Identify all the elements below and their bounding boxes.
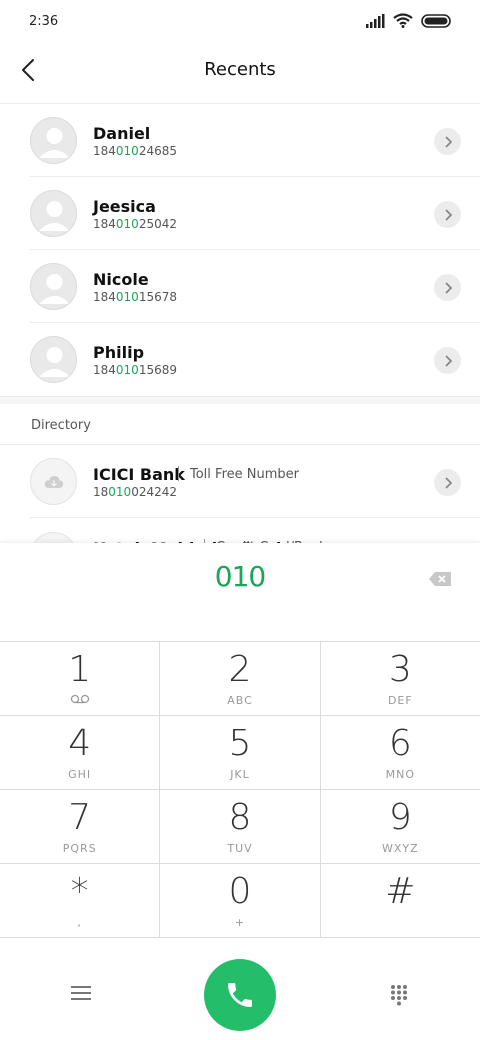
directory-details-button[interactable] (434, 469, 461, 496)
signal-icon (366, 13, 385, 28)
key-letters: TUV (227, 842, 253, 855)
person-avatar-icon (30, 117, 77, 164)
key-digit: # (385, 871, 416, 912)
key-5[interactable]: 5 JKL (160, 716, 321, 789)
key-1[interactable]: 1 (0, 642, 161, 715)
key-4[interactable]: 4 GHI (0, 716, 161, 789)
contact-details-button[interactable] (434, 201, 461, 228)
person-avatar-icon (30, 263, 77, 310)
wifi-icon (393, 13, 413, 28)
key-letters: + (234, 916, 246, 929)
dialer-bottom-bar (0, 951, 480, 1040)
contact-name: Daniel (93, 124, 151, 143)
contact-number: 18401015678 (93, 290, 177, 304)
contact-row[interactable]: Daniel 18401024685 (30, 104, 480, 177)
keypad-icon (391, 985, 407, 1006)
directory-description: Toll Free Number (190, 467, 299, 482)
key-star[interactable]: * , (0, 864, 161, 937)
key-letters: ABC (227, 694, 253, 707)
status-bar: 2:36 (0, 0, 480, 42)
dialed-number[interactable]: 010 (0, 560, 480, 593)
contact-number: 18401025042 (93, 217, 177, 231)
chevron-right-icon (444, 135, 452, 148)
person-avatar-icon (30, 190, 77, 237)
contact-row[interactable]: Jeesica 18401025042 (30, 177, 480, 250)
directory-list: ICICI Bank Toll Free Number 18010024242 … (0, 445, 480, 548)
directory-row[interactable]: ICICI Bank Toll Free Number 18010024242 (30, 445, 480, 518)
chevron-right-icon (444, 476, 452, 489)
key-digit: 2 (228, 649, 252, 690)
page-title: Recents (204, 59, 276, 80)
person-avatar-icon (30, 336, 77, 383)
key-digit: 7 (68, 797, 92, 838)
contact-details-button[interactable] (434, 128, 461, 155)
header: Recents (0, 42, 480, 104)
contact-details-button[interactable] (434, 274, 461, 301)
directory-section-label: Directory (31, 418, 91, 433)
contact-name: Philip (93, 343, 145, 362)
status-icons (365, 13, 452, 28)
status-time: 2:36 (29, 14, 59, 29)
key-digit: 5 (228, 723, 252, 764)
key-letters: , (77, 916, 82, 929)
key-letters: DEF (387, 694, 413, 707)
cloud-icon (30, 458, 77, 505)
key-digit: 1 (68, 649, 92, 690)
key-letters: WXYZ (381, 842, 419, 855)
call-button[interactable] (204, 959, 276, 1031)
backspace-button[interactable] (428, 571, 452, 587)
key-digit: 3 (388, 649, 412, 690)
contact-details-button[interactable] (434, 347, 461, 374)
chevron-right-icon (444, 281, 452, 294)
keypad-toggle-button[interactable] (390, 984, 408, 1006)
directory-name: ICICI Bank (93, 465, 185, 484)
key-8[interactable]: 8 TUV (160, 790, 321, 863)
phone-icon (228, 983, 252, 1007)
key-digit: 9 (388, 797, 412, 838)
backspace-icon (429, 572, 451, 586)
dialer-panel: 010 1 2 ABC 3 DEF 4 GHI 5 JKL 6 MNO 7 PQ… (0, 543, 480, 1040)
battery-icon (421, 13, 451, 28)
key-9[interactable]: 9 WXYZ (321, 790, 480, 863)
keypad: 1 2 ABC 3 DEF 4 GHI 5 JKL 6 MNO 7 PQRS 8… (0, 641, 480, 938)
menu-icon (71, 986, 91, 1000)
section-divider (0, 396, 480, 404)
key-7[interactable]: 7 PQRS (0, 790, 161, 863)
chevron-right-icon (444, 208, 452, 221)
key-letters: JKL (230, 768, 250, 781)
contact-row[interactable]: Philip 18401015689 (30, 323, 480, 396)
key-digit: * (70, 871, 89, 912)
contact-number: 18401015689 (93, 363, 177, 377)
key-hash[interactable]: # (321, 864, 480, 937)
key-2[interactable]: 2 ABC (160, 642, 321, 715)
chevron-right-icon (444, 354, 452, 367)
key-digit: 6 (388, 723, 412, 764)
key-digit: 8 (228, 797, 252, 838)
menu-button[interactable] (70, 984, 92, 1002)
key-letters: MNO (385, 768, 416, 781)
key-digit: 0 (228, 871, 252, 912)
directory-number: 18010024242 (93, 485, 177, 499)
contact-row[interactable]: Nicole 18401015678 (30, 250, 480, 323)
contact-name: Jeesica (93, 197, 156, 216)
recents-list: Daniel 18401024685 Jeesica 18401025042 N… (0, 104, 480, 396)
contact-name: Nicole (93, 270, 149, 289)
contact-number: 18401024685 (93, 144, 177, 158)
key-letters: PQRS (62, 842, 97, 855)
key-letters: GHI (68, 768, 92, 781)
key-0[interactable]: 0 + (160, 864, 321, 937)
voicemail-icon (70, 694, 89, 704)
key-6[interactable]: 6 MNO (321, 716, 480, 789)
key-3[interactable]: 3 DEF (321, 642, 480, 715)
divider (178, 466, 179, 481)
key-digit: 4 (68, 723, 92, 764)
